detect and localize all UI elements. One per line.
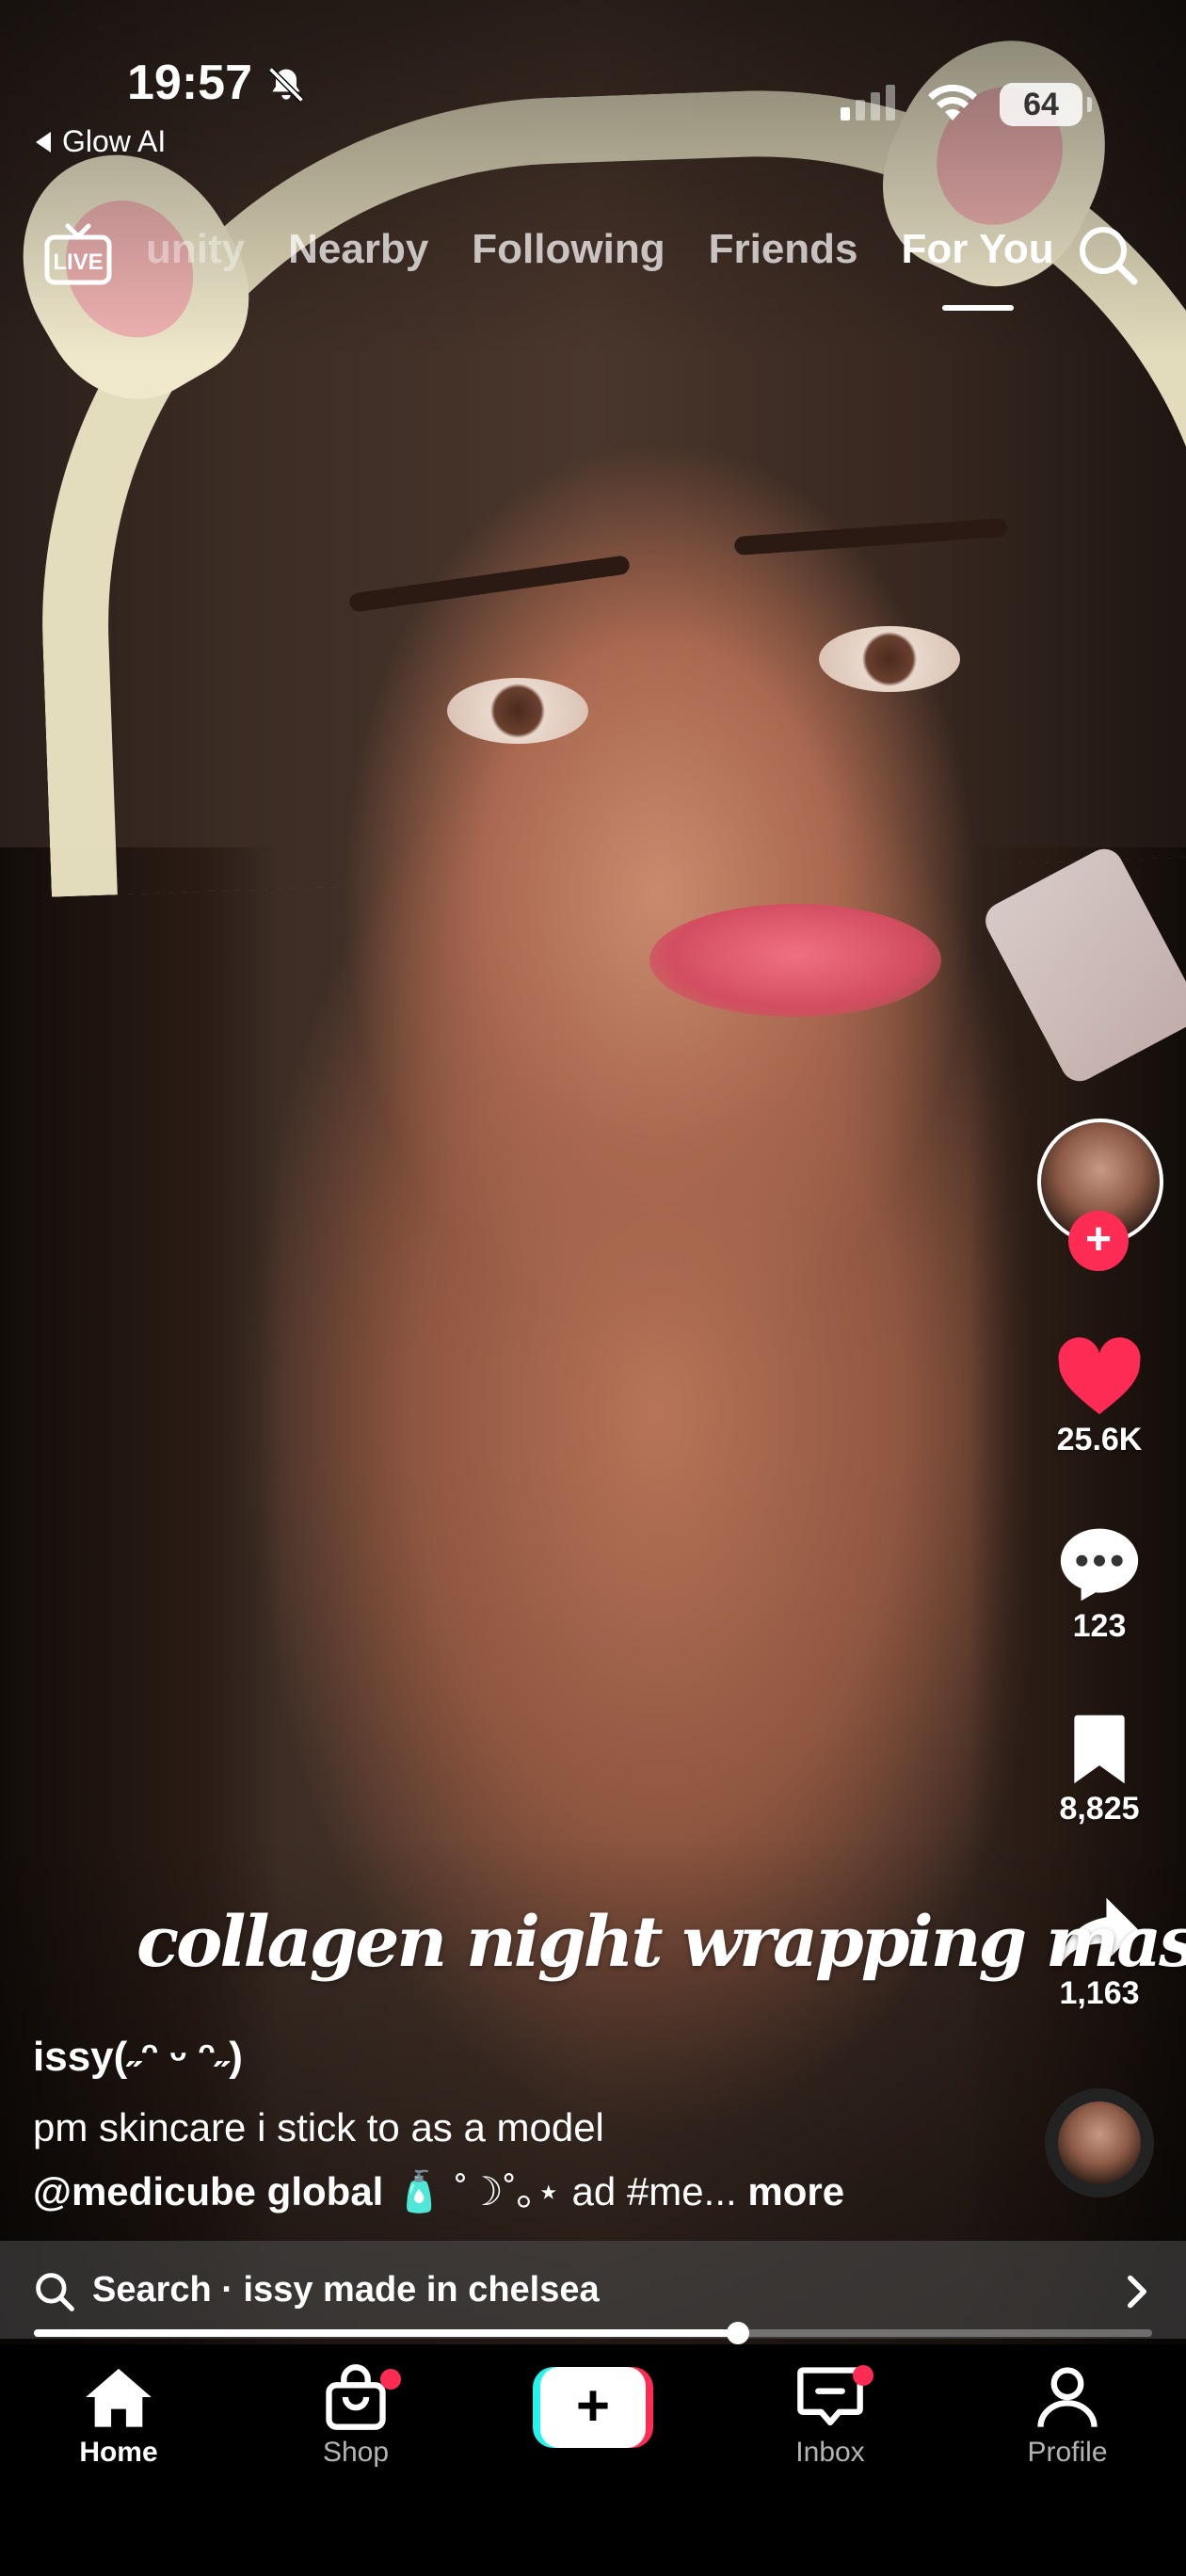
- lips: [649, 904, 941, 1017]
- music-disc-avatar[interactable]: [1045, 2088, 1154, 2198]
- signal-icon: [841, 85, 895, 121]
- nav-inbox[interactable]: Inbox: [745, 2363, 915, 2469]
- nav-shop-label: Shop: [322, 2437, 390, 2468]
- live-label: LIVE: [53, 250, 103, 275]
- create-plus-icon: +: [540, 2367, 646, 2448]
- tab-nearby[interactable]: Nearby: [288, 226, 428, 282]
- search-icon[interactable]: [1075, 222, 1141, 288]
- more-link[interactable]: more: [747, 2169, 844, 2214]
- search-separator: ·: [211, 2270, 244, 2310]
- like-count: 25.6K: [1056, 1422, 1143, 1457]
- follow-button[interactable]: +: [1068, 1211, 1129, 1271]
- live-icon[interactable]: LIVE: [43, 222, 113, 286]
- wifi-icon: [928, 84, 977, 121]
- back-app-label: Glow AI: [62, 124, 167, 158]
- mention-link[interactable]: @medicube global: [33, 2169, 383, 2214]
- bookmark-icon: [1074, 1715, 1125, 1784]
- caption-tail: 🧴 ˚☽˚｡⋆ ad #me...: [383, 2169, 737, 2214]
- nav-inbox-label: Inbox: [795, 2437, 865, 2468]
- search-prefix: Search: [92, 2270, 212, 2310]
- feed-tabs: unity Nearby Following Friends For You: [143, 226, 1054, 311]
- nav-home-label: Home: [79, 2437, 158, 2468]
- caption-description: pm skincare i stick to as a model: [33, 2105, 604, 2149]
- tab-community[interactable]: unity: [146, 226, 245, 282]
- tab-for-you[interactable]: For You: [902, 226, 1054, 311]
- save-count: 8,825: [1059, 1791, 1140, 1827]
- caption-line-2: @medicube global 🧴 ˚☽˚｡⋆ ad #me... more: [33, 2160, 844, 2217]
- status-time: 19:57: [127, 56, 252, 110]
- search-suggestion-bar[interactable]: Search · issy made in chelsea: [0, 2241, 1186, 2339]
- progress-fill: [34, 2329, 739, 2337]
- heart-icon: [1058, 1337, 1141, 1415]
- creator-username[interactable]: issy(˶ᵔ ᵕ ᵔ˶): [33, 2034, 243, 2081]
- battery-icon: 64: [1000, 83, 1092, 126]
- top-gradient: [0, 0, 1186, 358]
- search-icon: [36, 2273, 74, 2311]
- search-query: issy made in chelsea: [243, 2270, 600, 2310]
- nav-shop[interactable]: Shop: [271, 2363, 441, 2469]
- inbox-notification-dot: [853, 2365, 873, 2386]
- save-button[interactable]: 8,825: [1034, 1712, 1165, 1827]
- comment-icon: [1060, 1528, 1139, 1602]
- home-icon: [86, 2368, 152, 2427]
- like-button[interactable]: 25.6K: [1034, 1337, 1165, 1458]
- eye-right: [819, 626, 960, 692]
- nav-profile-label: Profile: [1027, 2437, 1108, 2468]
- nav-home[interactable]: Home: [34, 2363, 203, 2469]
- tab-friends[interactable]: Friends: [709, 226, 858, 282]
- tiktok-screen: 19:57 Glow AI 64 LIVE unity Nearby Follo…: [0, 0, 1186, 2576]
- create-button[interactable]: +: [533, 2367, 653, 2448]
- comment-button[interactable]: 123: [1034, 1523, 1165, 1645]
- eye-left: [447, 678, 588, 744]
- nav-profile[interactable]: Profile: [983, 2363, 1152, 2469]
- chevron-right-icon: [1128, 2275, 1146, 2309]
- comment-count: 123: [1072, 1608, 1127, 1644]
- back-to-app[interactable]: Glow AI: [36, 124, 166, 159]
- back-arrow-icon: [36, 131, 51, 153]
- playback-progress[interactable]: [34, 2322, 1152, 2344]
- search-suggestion-text: Search · issy made in chelsea: [92, 2270, 600, 2310]
- tab-following[interactable]: Following: [472, 226, 665, 282]
- bottom-nav: Home Shop + Inbox Profile: [0, 2344, 1186, 2576]
- bell-muted-icon: [268, 67, 304, 103]
- video-overlay-text: collagen night wrapping mask: [136, 1902, 1186, 1983]
- profile-icon: [1037, 2367, 1098, 2427]
- shop-notification-dot: [380, 2369, 401, 2390]
